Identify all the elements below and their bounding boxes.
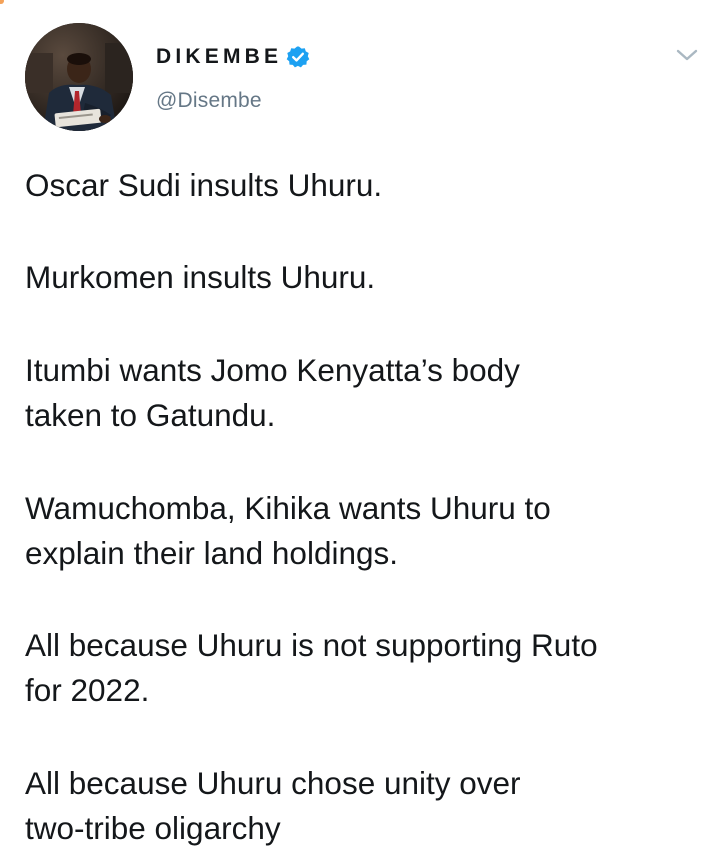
profile-photo-icon	[25, 23, 133, 131]
tweet-line: Itumbi wants Jomo Kenyatta’s body	[25, 352, 520, 388]
tweet-paragraph: Wamuchomba, Kihika wants Uhuru to explai…	[25, 486, 551, 576]
tweet-line: taken to Gatundu.	[25, 397, 276, 433]
tweet-line: explain their land holdings.	[25, 535, 399, 571]
tweet-line: Oscar Sudi insults Uhuru.	[25, 167, 383, 203]
tweet-line: All because Uhuru is not supporting Ruto	[25, 627, 598, 663]
user-info: DIKEMBE @Disembe	[156, 43, 310, 113]
display-name-row: DIKEMBE	[156, 43, 310, 71]
tweet-line: All because Uhuru chose unity over	[25, 765, 521, 801]
tweet-menu-button[interactable]	[674, 42, 700, 68]
tweet-line: Murkomen insults Uhuru.	[25, 259, 376, 295]
tweet-paragraph: All because Uhuru chose unity over two-t…	[25, 761, 521, 851]
chevron-down-icon	[676, 49, 698, 61]
user-handle[interactable]: @Disembe	[156, 89, 310, 113]
tweet-line: Wamuchomba, Kihika wants Uhuru to	[25, 490, 551, 526]
tweet-card: DIKEMBE @Disembe Oscar Sudi insults Uhur…	[0, 0, 720, 854]
corner-indicator	[0, 0, 4, 4]
tweet-line: two-tribe oligarchy	[25, 810, 281, 846]
tweet-paragraph: Oscar Sudi insults Uhuru.	[25, 163, 382, 208]
verified-badge-icon	[286, 45, 310, 69]
tweet-header: DIKEMBE @Disembe	[25, 23, 705, 133]
avatar[interactable]	[25, 23, 133, 131]
tweet-paragraph: Murkomen insults Uhuru.	[25, 255, 375, 300]
tweet-paragraph: All because Uhuru is not supporting Ruto…	[25, 623, 598, 713]
display-name[interactable]: DIKEMBE	[156, 45, 282, 69]
tweet-paragraph: Itumbi wants Jomo Kenyatta’s body taken …	[25, 348, 520, 438]
tweet-line: for 2022.	[25, 672, 150, 708]
